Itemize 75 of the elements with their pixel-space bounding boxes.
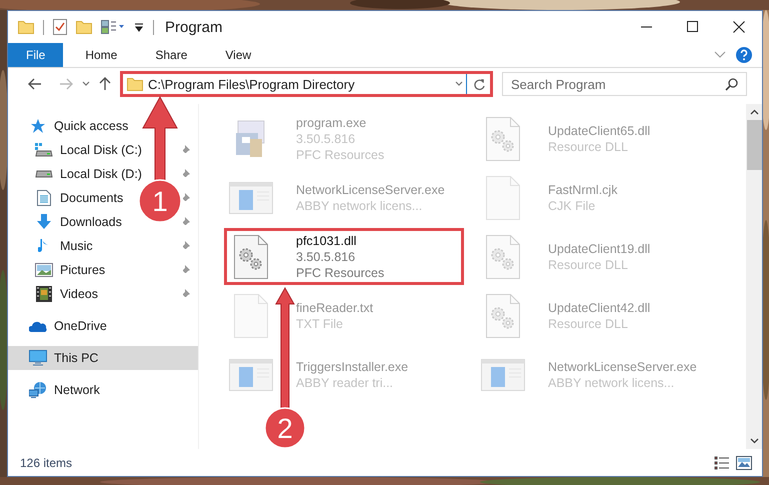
file-detail: PFC Resources xyxy=(296,266,384,280)
minimize-icon[interactable] xyxy=(641,26,653,28)
search-icon[interactable] xyxy=(725,78,738,91)
expand-ribbon-icon[interactable] xyxy=(714,51,726,59)
file-detail: ABBY network licens... xyxy=(548,376,674,390)
file-detail: ABBY network licens... xyxy=(296,198,422,212)
ribbon-tab[interactable]: File xyxy=(8,43,64,67)
sidebar-item[interactable]: Local Disk (D:) xyxy=(60,167,142,181)
sidebar-item[interactable]: Local Disk (C:) xyxy=(60,143,142,157)
monitor-icon xyxy=(29,350,47,366)
window-title: Program xyxy=(165,18,223,36)
caret-down-icon[interactable] xyxy=(750,438,758,444)
file-detail: PFC Resources xyxy=(296,148,384,162)
file-name[interactable]: pfc1031.dll xyxy=(296,234,356,248)
large-icons-view-icon[interactable] xyxy=(736,456,752,470)
back-arrow-icon[interactable] xyxy=(28,78,42,90)
sidebar-item[interactable]: Network xyxy=(54,383,100,397)
gear-document-icon[interactable] xyxy=(234,234,268,278)
sidebar-item[interactable]: Quick access xyxy=(54,119,128,133)
details-view-icon[interactable] xyxy=(714,456,730,470)
music-note-icon xyxy=(38,238,50,254)
drive-icon xyxy=(35,143,53,157)
close-icon[interactable] xyxy=(733,21,745,33)
sidebar-item[interactable]: Downloads xyxy=(60,215,122,229)
file-detail: 3.50.5.816 xyxy=(296,250,356,264)
caret-up-icon[interactable] xyxy=(750,109,758,115)
sidebar-item[interactable]: Documents xyxy=(60,191,124,205)
sidebar-item[interactable]: This PC xyxy=(8,346,198,370)
customize-toolbar-icon[interactable] xyxy=(134,22,144,32)
pin-icon[interactable] xyxy=(180,168,190,180)
pin-icon[interactable] xyxy=(180,192,190,204)
file-detail: Resource DLL xyxy=(548,316,628,330)
checklist-icon[interactable] xyxy=(53,19,67,35)
file-detail: 3.50.5.816 xyxy=(296,132,356,146)
picture-icon xyxy=(35,263,53,277)
number-badge: 1 xyxy=(138,179,182,223)
view-options-icon[interactable] xyxy=(101,20,125,34)
scrollbar-thumb[interactable] xyxy=(746,120,762,170)
address-path[interactable]: C:\Program Files\Program Directory xyxy=(148,76,355,92)
number-badge: 2 xyxy=(264,407,306,449)
sidebar-label: This PC xyxy=(54,351,98,365)
help-icon[interactable] xyxy=(736,47,752,63)
file-detail: TXT File xyxy=(296,316,343,330)
sidebar-item[interactable]: Pictures xyxy=(60,263,106,277)
ribbon-tab[interactable]: View xyxy=(209,43,268,67)
pin-icon[interactable] xyxy=(180,264,190,276)
ribbon-tab[interactable]: Home xyxy=(69,43,134,67)
network-icon xyxy=(29,382,47,398)
refresh-icon[interactable] xyxy=(472,78,486,90)
pin-icon[interactable] xyxy=(180,240,190,252)
pin-icon[interactable] xyxy=(180,216,190,228)
file-detail: ABBY reader tri... xyxy=(296,376,394,390)
folder-icon xyxy=(127,77,143,91)
address-bar[interactable]: C:\Program Files\Program Directory xyxy=(121,72,492,96)
ribbon-tab[interactable]: Share xyxy=(139,43,204,67)
up-arrow-icon[interactable] xyxy=(99,77,111,91)
down-arrow-icon xyxy=(36,214,52,230)
search-field[interactable]: Search Program xyxy=(502,72,747,96)
caret-icon[interactable] xyxy=(82,81,90,87)
sidebar-item[interactable]: OneDrive xyxy=(54,319,107,333)
sidebar-item[interactable]: Music xyxy=(60,239,93,253)
caret-icon[interactable] xyxy=(454,81,462,87)
film-icon xyxy=(36,286,52,302)
pin-icon[interactable] xyxy=(180,144,190,156)
file-detail: Resource DLL xyxy=(548,140,628,154)
cloud-icon xyxy=(29,320,47,332)
maximize-icon[interactable] xyxy=(687,21,699,33)
star-icon xyxy=(30,118,46,134)
file-detail: Resource DLL xyxy=(548,258,628,272)
item-count: 126 items xyxy=(20,456,72,470)
document-icon xyxy=(37,190,51,206)
drive-icon xyxy=(35,170,53,178)
pin-icon[interactable] xyxy=(180,288,190,300)
sidebar-item[interactable]: Videos xyxy=(60,287,98,301)
file-detail: CJK File xyxy=(548,198,596,212)
